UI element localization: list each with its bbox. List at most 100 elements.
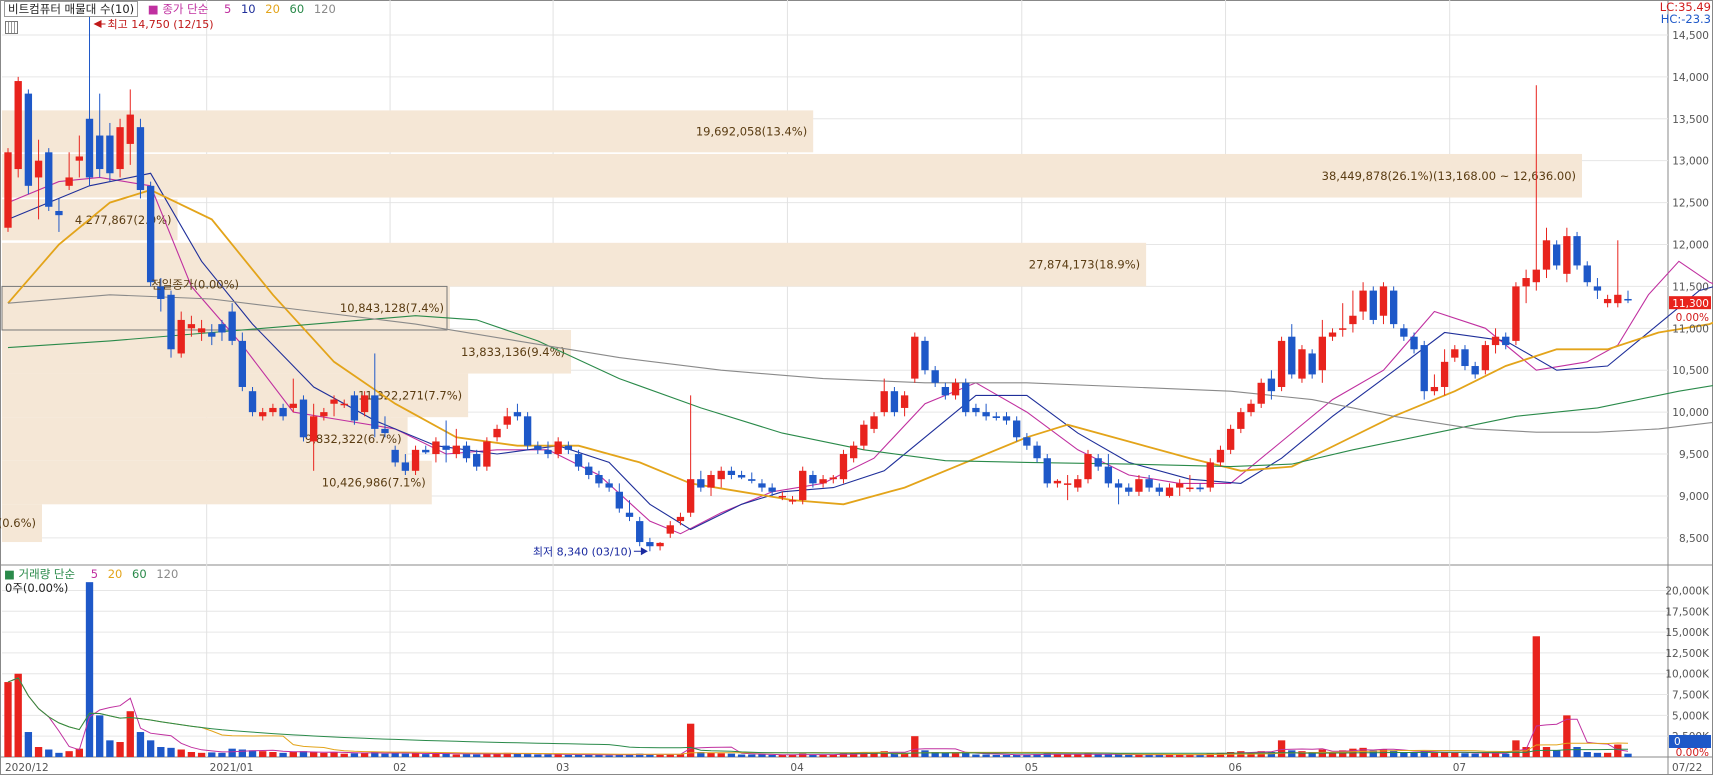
price-ma-legend[interactable]: ■ 종가 단순: [148, 2, 215, 16]
vma120-legend[interactable]: 120: [156, 567, 178, 581]
candle-body: [799, 470, 807, 501]
hc-readout: HC:-23.3: [1660, 12, 1711, 26]
candle-body: [1491, 336, 1500, 346]
volume-bar: [197, 752, 206, 757]
candle-body: [1308, 353, 1316, 375]
candle-body: [1247, 403, 1255, 413]
ma120-legend[interactable]: 120: [314, 2, 336, 16]
candle-body: [1624, 298, 1632, 301]
volume-bar: [238, 749, 247, 757]
candle-body: [860, 424, 868, 446]
candle-body: [259, 412, 267, 417]
volume-bar: [309, 752, 318, 757]
candle-body: [34, 160, 43, 178]
volume-bar: [1563, 715, 1571, 757]
volume-bar: [1002, 754, 1011, 757]
candle-body: [615, 491, 623, 509]
candle-body: [544, 449, 552, 455]
candle-body: [350, 395, 359, 421]
ma10-legend[interactable]: 10: [241, 2, 256, 16]
candle-body: [1583, 265, 1591, 283]
candle-body: [1603, 298, 1612, 304]
candle-body: [1298, 349, 1306, 379]
candle-body: [717, 470, 725, 480]
price-tick-label: 12,000: [1672, 239, 1709, 251]
candle-body: [1155, 487, 1163, 492]
candle-body: [106, 135, 114, 174]
candle-body: [208, 332, 216, 337]
volume-bar: [1603, 752, 1612, 757]
volume-bar: [1135, 754, 1143, 757]
candle-body: [279, 407, 287, 417]
volume-bar: [381, 753, 389, 757]
volume-bar: [167, 747, 175, 757]
candle-body: [1349, 315, 1357, 325]
candle-body: [4, 152, 12, 228]
volume-profile-label: 9,832,322(6.7%): [305, 432, 402, 446]
date-tick-label: 2021/01: [210, 762, 254, 774]
candle-body: [1023, 437, 1031, 446]
candle-body: [401, 462, 410, 471]
candle-body: [686, 479, 695, 513]
volume-bar: [951, 753, 960, 757]
candle-body: [595, 474, 603, 484]
vma5-legend[interactable]: 5: [91, 567, 98, 581]
candle-body: [45, 152, 53, 207]
price-tick-label: 12,500: [1672, 198, 1709, 210]
candle-body: [849, 445, 858, 459]
volume-legend[interactable]: ■ 거래량 단순: [4, 567, 81, 581]
candle-body: [931, 370, 939, 383]
candle-body: [473, 454, 481, 467]
volume-bar: [157, 747, 165, 757]
candle-body: [1379, 286, 1388, 316]
candle-body: [1318, 336, 1327, 371]
chart-title[interactable]: 비트컴퓨터 매물대 수(10): [4, 1, 139, 17]
candle-body: [748, 479, 756, 481]
vma60-legend[interactable]: 60: [132, 567, 147, 581]
volume-bar: [45, 749, 53, 757]
volume-bar: [146, 740, 155, 757]
current-price-label: 11,300: [1672, 298, 1709, 310]
candle-body: [1359, 290, 1367, 312]
candle-body: [941, 386, 950, 396]
candle-body: [1410, 336, 1418, 350]
volume-bar: [1593, 752, 1602, 757]
volume-bar: [544, 754, 552, 757]
volume-bar: [921, 750, 929, 757]
ma60-legend[interactable]: 60: [290, 2, 305, 16]
volume-current-readout: 0주(0.00%): [5, 581, 69, 595]
candle-body: [574, 454, 583, 467]
candle-body: [829, 477, 837, 480]
volume-current-pct: 0.00%: [1676, 747, 1709, 759]
volume-bar: [24, 732, 33, 757]
candle-body: [921, 340, 929, 371]
candle-body: [605, 483, 613, 488]
ma5-legend[interactable]: 5: [224, 2, 231, 16]
candle-body: [1522, 278, 1530, 287]
price-tick-label: 9,500: [1679, 449, 1709, 461]
date-tick-label: 07: [1453, 762, 1466, 774]
candle-body: [1186, 487, 1194, 490]
vma20-legend[interactable]: 20: [108, 567, 123, 581]
candle-body: [1542, 240, 1551, 270]
candle-body: [564, 445, 573, 450]
volume-bar: [1063, 754, 1072, 757]
volume-bar: [748, 754, 756, 757]
date-tick-label: 03: [556, 762, 569, 774]
volume-ma20-line: [7, 677, 1629, 756]
grid-toggle-icon[interactable]: [5, 21, 18, 34]
candle-body: [136, 127, 145, 191]
low-annotation: 최저 8,340 (03/10): [533, 545, 632, 558]
candle-body: [1481, 345, 1490, 371]
candle-body: [1563, 236, 1571, 274]
ma20-legend[interactable]: 20: [265, 2, 280, 16]
candle-body: [1267, 378, 1276, 392]
volume-bar: [737, 754, 746, 757]
candle-body: [982, 412, 990, 417]
candle-body: [890, 391, 899, 413]
volume-bar: [758, 754, 766, 757]
volume-tick-label: 7,500K: [1672, 690, 1710, 702]
volume-bar: [401, 753, 410, 757]
candle-body: [1420, 345, 1428, 392]
candle-body: [778, 495, 787, 498]
